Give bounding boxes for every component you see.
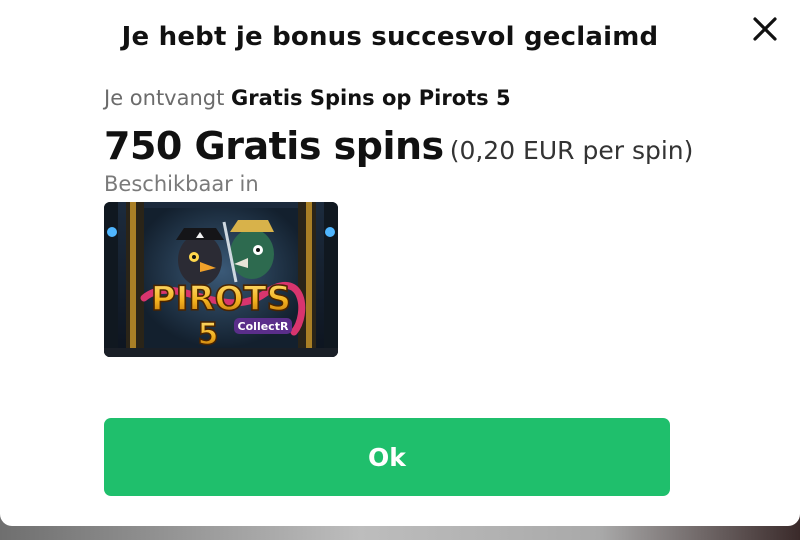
game-thumbnail-art: PIROTS 5 CollectR [104, 202, 338, 357]
receive-offer: Gratis Spins op Pirots 5 [231, 86, 511, 110]
receive-line: Je ontvangt Gratis Spins op Pirots 5 [104, 86, 511, 110]
spin-value: (0,20 EUR per spin) [449, 136, 694, 165]
receive-prefix: Je ontvangt [104, 86, 225, 110]
ok-button-label: Ok [368, 442, 406, 472]
game-logo-number: 5 [198, 317, 219, 352]
dialog-title: Je hebt je bonus succesvol geclaimd [121, 22, 659, 52]
game-logo-title: PIROTS [151, 279, 291, 319]
spins-line: 750 Gratis spins (0,20 EUR per spin) [104, 124, 693, 168]
game-thumbnail-pirots-5[interactable]: PIROTS 5 CollectR [104, 202, 338, 357]
close-button[interactable] [748, 12, 782, 46]
close-icon [753, 17, 777, 41]
available-label: Beschikbaar in [104, 172, 259, 196]
ok-button[interactable]: Ok [104, 418, 670, 496]
bonus-claimed-dialog: Je hebt je bonus succesvol geclaimd Je o… [0, 0, 800, 526]
spins-amount: 750 Gratis spins [104, 124, 444, 168]
game-logo-badge: CollectR [238, 320, 289, 333]
